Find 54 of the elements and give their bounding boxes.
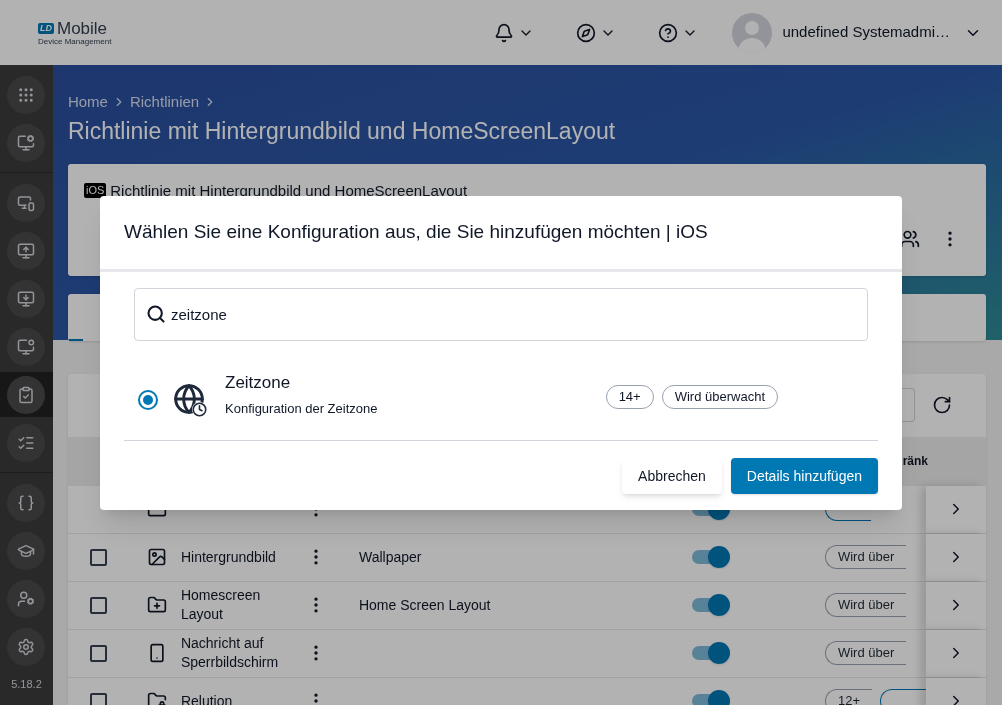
folder-icon: [146, 691, 167, 705]
add-button[interactable]: Details hinzufügen: [730, 458, 878, 494]
logo-name: Mobile: [57, 19, 108, 37]
version-label: 5.18.2: [10, 677, 43, 692]
row-name[interactable]: Hintergrundbild: [180, 547, 306, 567]
monitor-icon: [17, 241, 36, 260]
settings-icon: [17, 637, 36, 656]
folder-plus-icon: [146, 595, 167, 615]
row-checkbox[interactable]: [89, 644, 107, 662]
page-title: Richtlinie mit Hintergrundbild und HomeScreenLayout: [67, 116, 617, 146]
search-field[interactable]: zeitzone: [134, 288, 868, 341]
row-expand-cell[interactable]: [926, 629, 986, 677]
logo-subtitle: Device Management: [38, 37, 112, 46]
row-expand-cell[interactable]: [926, 533, 986, 581]
sidebar-item[interactable]: [0, 372, 53, 417]
search-icon: [146, 304, 166, 324]
row-expand-cell[interactable]: [926, 581, 986, 629]
platform-badge: iOS: [83, 183, 107, 199]
monitor-icon: [17, 337, 36, 356]
cancel-button[interactable]: Abbrechen: [622, 458, 722, 494]
image-icon: [146, 547, 167, 567]
row-checkbox[interactable]: [89, 692, 107, 705]
row-checkbox[interactable]: [89, 596, 107, 614]
row-expand-cell[interactable]: [926, 485, 986, 533]
compass-icon: [576, 22, 597, 43]
radio-button[interactable]: [138, 390, 158, 410]
policy-title: Richtlinie mit Hintergrundbild und HomeScreenLayout: [110, 180, 468, 201]
monitor-download-icon: [17, 289, 36, 308]
help-icon: [658, 22, 679, 43]
result-description: Konfiguration der Zeitzone: [225, 400, 378, 418]
globe-clock-icon: [173, 383, 207, 417]
dialog-title: Wählen Sie eine Konfiguration aus, die Sie hinzufügen möchten | iOS: [124, 220, 708, 245]
logo-badge: LD: [38, 22, 54, 34]
row-name[interactable]: Relution: [180, 691, 306, 705]
breadcrumb-link[interactable]: Richtlinien: [129, 91, 200, 114]
user-gear-icon: [17, 589, 36, 608]
row-value: Home Screen Layout: [358, 596, 491, 613]
user-name[interactable]: undefined Systemadmi…: [782, 21, 950, 44]
column-header: ränk: [902, 453, 928, 470]
row-checkbox[interactable]: [89, 548, 107, 566]
braces-icon: [17, 493, 36, 512]
refresh-icon[interactable]: [932, 395, 952, 415]
tab-indicator: [68, 338, 83, 341]
monitor-icon: [17, 133, 36, 152]
clipboard-check-icon: [17, 385, 36, 404]
row-value: Wallpaper: [358, 548, 422, 565]
users-icon[interactable]: [900, 228, 920, 249]
devices-icon: [17, 193, 36, 212]
row-name[interactable]: Homescreen Layout: [180, 586, 306, 624]
breadcrumb-link[interactable]: Home: [67, 91, 108, 114]
row-name[interactable]: Nachricht auf Sperrbildschirm: [180, 634, 306, 672]
grid-icon: [17, 85, 36, 104]
bell-icon: [494, 22, 515, 43]
result-title[interactable]: Zeitzone: [225, 371, 378, 395]
